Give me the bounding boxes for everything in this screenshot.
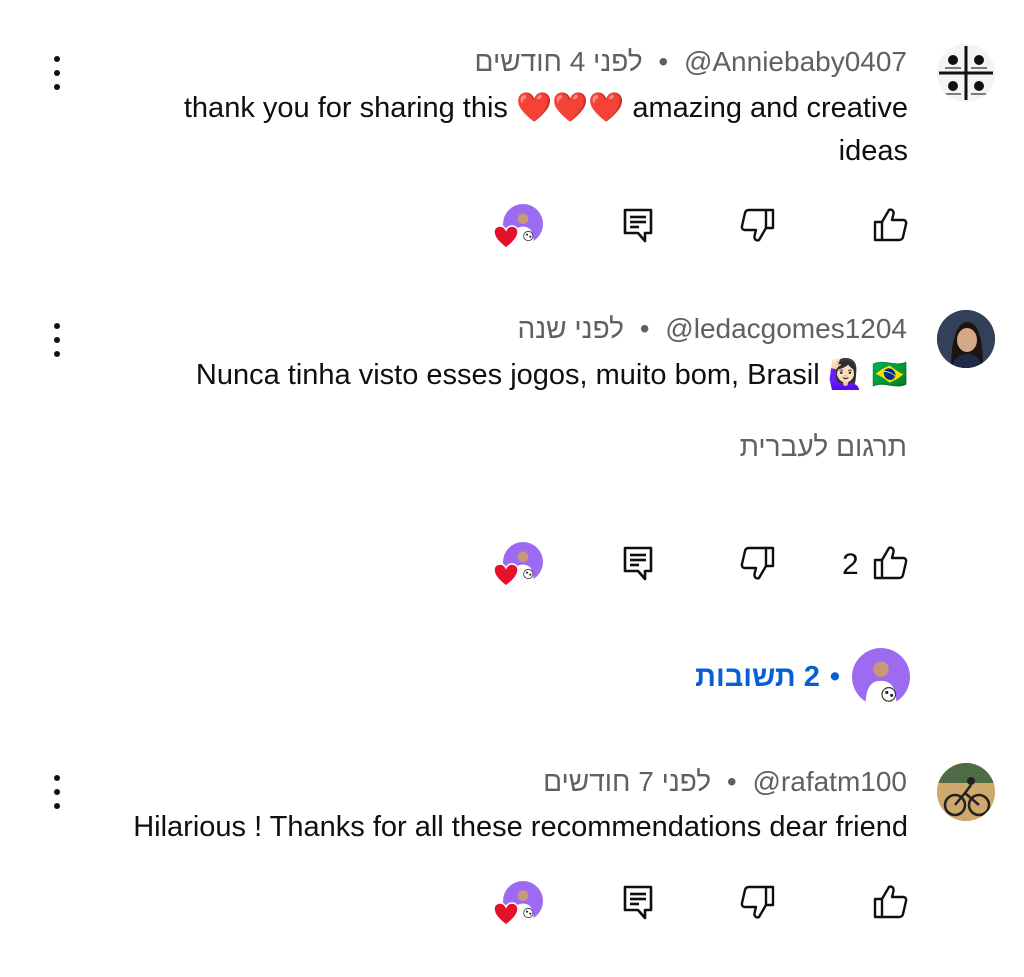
comment-actions: 2: [0, 540, 1024, 590]
thumb-down-icon[interactable]: [738, 882, 778, 922]
creator-heart-icon: [493, 204, 544, 249]
meta-separator: •: [658, 46, 669, 77]
timestamp[interactable]: לפני 7 חודשים: [543, 766, 711, 797]
heart-emojis: ❤️❤️❤️: [515, 92, 625, 124]
comment-meta: @Anniebaby0407 • לפני 4 חודשים: [475, 46, 907, 78]
creator-heart-icon: [493, 542, 544, 587]
meta-separator: •: [639, 313, 650, 344]
author-handle[interactable]: @Anniebaby0407: [684, 46, 907, 77]
avatar[interactable]: [937, 763, 995, 821]
thumb-down-icon[interactable]: [738, 543, 778, 583]
comment-text: Nunca tinha visto esses jogos, muito bom…: [195, 359, 908, 391]
timestamp[interactable]: לפני שנה: [518, 313, 624, 344]
author-handle[interactable]: @ledacgomes1204: [665, 313, 907, 344]
comment-text-part: thank you for sharing this: [183, 92, 516, 124]
more-vert-icon[interactable]: [48, 323, 66, 357]
comment-reply-icon[interactable]: [618, 543, 658, 583]
replies-count-label: 2 תשובות: [695, 660, 820, 693]
avatar[interactable]: [937, 44, 995, 102]
comment-actions: [0, 202, 1024, 252]
thumb-up-icon[interactable]: [870, 543, 910, 583]
comment-text: thank you for sharing this ❤️❤️❤️ amazin…: [184, 87, 908, 173]
avatar[interactable]: [937, 310, 995, 368]
more-vert-icon[interactable]: [48, 56, 66, 90]
meta-separator: •: [726, 766, 737, 797]
comment-reply-icon[interactable]: [618, 205, 658, 245]
thumb-up-icon[interactable]: [870, 205, 910, 245]
comment-actions: [0, 879, 1024, 929]
replies-toggle[interactable]: • 2 תשובות: [695, 648, 910, 706]
creator-heart-icon: [493, 881, 544, 926]
comment-meta: @ledacgomes1204 • לפני שנה: [518, 313, 907, 345]
comment-reply-icon[interactable]: [618, 882, 658, 922]
meta-separator: •: [829, 660, 840, 693]
thumb-down-icon[interactable]: [738, 205, 778, 245]
comment-text-line: thank you for sharing this ❤️❤️❤️ amazin…: [184, 87, 908, 130]
thumb-up-icon[interactable]: [870, 882, 910, 922]
translate-link[interactable]: תרגום לעברית: [740, 431, 907, 463]
comment-meta: @rafatm100 • לפני 7 חודשים: [543, 766, 907, 798]
comment-text: Hilarious ! Thanks for all these recomme…: [133, 811, 908, 843]
comment-text-line: ideas: [838, 135, 908, 167]
more-vert-icon[interactable]: [48, 775, 66, 809]
like-count: 2: [842, 548, 859, 581]
creator-avatar: [852, 648, 910, 706]
comment-text-part: amazing and creative: [624, 92, 908, 124]
timestamp[interactable]: לפני 4 חודשים: [475, 46, 643, 77]
author-handle[interactable]: @rafatm100: [753, 766, 908, 797]
